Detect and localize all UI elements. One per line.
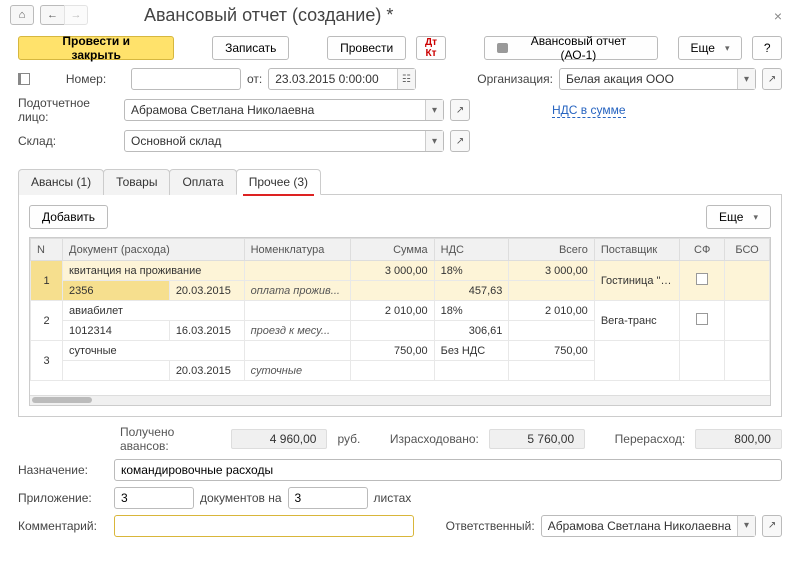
close-button[interactable]: × [768,6,788,26]
org-open-button[interactable]: ↗ [762,68,782,90]
expenses-table: N Документ (расхода) Номенклатура Сумма … [30,238,770,395]
org-input[interactable]: Белая акация ООО ▾ [559,68,756,90]
person-label: Подотчетное лицо: [18,96,118,124]
print-report-button[interactable]: Авансовый отчет (АО-1) [484,36,658,60]
tab-other[interactable]: Прочее (3) [236,169,321,195]
page-title: Авансовый отчет (создание) * [144,5,393,26]
col-vat[interactable]: НДС [434,239,509,261]
date-input[interactable]: 23.03.2015 0:00:00 ☷ [268,68,416,90]
attach-docs-input[interactable] [114,487,194,509]
col-bso[interactable]: БСО [725,239,770,261]
document-icon [18,73,30,85]
home-button[interactable]: ⌂ [10,5,34,25]
org-dropdown-icon[interactable]: ▾ [737,69,755,89]
attach-docs-label: документов на [200,491,282,505]
currency-label: руб. [337,432,360,446]
warehouse-input[interactable]: Основной склад ▾ [124,130,444,152]
col-sf[interactable]: СФ [680,239,725,261]
horizontal-scrollbar[interactable] [30,395,770,405]
print-report-label: Авансовый отчет (АО-1) [512,34,644,62]
person-input[interactable]: Абрамова Светлана Николаевна ▾ [124,99,444,121]
col-nomen[interactable]: Номенклатура [244,239,351,261]
org-label: Организация: [477,72,553,86]
back-button[interactable]: ← [40,5,64,25]
spent-label: Израсходовано: [390,432,479,446]
warehouse-label: Склад: [18,134,118,148]
add-row-button[interactable]: Добавить [29,205,108,229]
purpose-input[interactable] [114,459,782,481]
print-icon [497,43,509,53]
over-label: Перерасход: [615,432,686,446]
responsible-dropdown-icon[interactable]: ▾ [737,516,755,536]
purpose-label: Назначение: [18,463,108,477]
col-n[interactable]: N [31,239,63,261]
comment-label: Комментарий: [18,519,108,533]
col-sum[interactable]: Сумма [351,239,434,261]
forward-button[interactable]: → [64,5,88,25]
date-label: от: [247,72,262,86]
over-value: 800,00 [695,429,782,449]
table-row[interactable]: 2 авиабилет 2 010,00 18% 2 010,00 Вега-т… [31,301,770,321]
attach-label: Приложение: [18,491,108,505]
table-row[interactable]: 3 суточные 750,00 Без НДС 750,00 [31,341,770,361]
calendar-icon[interactable]: ☷ [397,69,415,89]
more-button[interactable]: Еще [678,36,743,60]
spent-value: 5 760,00 [489,429,585,449]
warehouse-dropdown-icon[interactable]: ▾ [425,131,443,151]
help-button[interactable]: ? [752,36,782,60]
vat-mode-link[interactable]: НДС в сумме [552,103,626,118]
save-button[interactable]: Записать [212,36,289,60]
tab-payment[interactable]: Оплата [169,169,236,195]
sf-checkbox[interactable] [696,313,708,325]
tab-goods[interactable]: Товары [103,169,170,195]
number-input[interactable] [131,68,241,90]
number-label: Номер: [66,72,125,86]
attach-pages-input[interactable] [288,487,368,509]
sf-checkbox[interactable] [696,273,708,285]
col-total[interactable]: Всего [509,239,594,261]
table-row[interactable]: 1 квитанция на проживание 3 000,00 18% 3… [31,261,770,281]
dt-kt-button[interactable]: ДтКт [416,36,446,60]
table-more-button[interactable]: Еще [706,205,771,229]
responsible-label: Ответственный: [446,519,535,533]
post-and-close-button[interactable]: Провести и закрыть [18,36,174,60]
dtkt-icon: ДтКт [425,37,437,59]
warehouse-open-button[interactable]: ↗ [450,130,470,152]
col-doc[interactable]: Документ (расхода) [63,239,245,261]
advance-label: Получено авансов: [120,425,221,453]
person-open-button[interactable]: ↗ [450,99,470,121]
comment-input[interactable] [114,515,414,537]
person-dropdown-icon[interactable]: ▾ [425,100,443,120]
col-supplier[interactable]: Поставщик [594,239,679,261]
attach-pages-label: листах [374,491,412,505]
post-button[interactable]: Провести [327,36,406,60]
advance-value: 4 960,00 [231,429,327,449]
tab-advances[interactable]: Авансы (1) [18,169,104,195]
responsible-input[interactable]: Абрамова Светлана Николаевна ▾ [541,515,756,537]
responsible-open-button[interactable]: ↗ [762,515,782,537]
